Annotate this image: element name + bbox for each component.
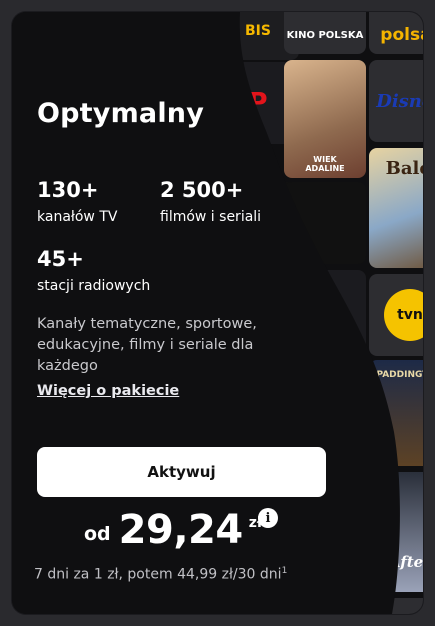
stat-channels-label: kanałów TV	[37, 209, 118, 225]
plan-description: Kanały tematyczne, sportowe, edukacyjne,…	[37, 316, 257, 374]
footnote-mark: 1	[281, 566, 288, 576]
stat-radio-label: stacji radiowych	[37, 278, 151, 294]
stat-radio-value: 45+	[37, 247, 84, 271]
plan-title: Optymalny	[37, 98, 205, 129]
stat-channels: 130+ kanałów TV	[37, 178, 117, 225]
stat-radio: 45+ stacji radiowych	[37, 247, 150, 294]
stat-movies-label: filmów i seriali	[160, 209, 262, 225]
stat-movies: 2 500+ filmów i seriali	[160, 178, 261, 225]
info-icon[interactable]: i	[258, 508, 278, 528]
activate-button[interactable]: Aktywuj	[37, 447, 326, 497]
price-prefix: od	[84, 523, 111, 545]
stat-channels-value: 130+	[37, 178, 99, 202]
price-block: od 29,24 zł	[84, 507, 262, 553]
stat-movies-value: 2 500+	[160, 178, 244, 202]
more-info-link[interactable]: Więcej o pakiecie	[37, 383, 179, 399]
price-amount: 29,24	[118, 507, 244, 553]
trial-footnote: 7 dni za 1 zł, potem 44,99 zł/30 dni1	[34, 566, 287, 583]
trial-footnote-text: 7 dni za 1 zł, potem 44,99 zł/30 dni	[34, 566, 282, 583]
plan-card: BIS P FX KINO POLSKA WIEK ADALINE polsat…	[12, 12, 423, 614]
